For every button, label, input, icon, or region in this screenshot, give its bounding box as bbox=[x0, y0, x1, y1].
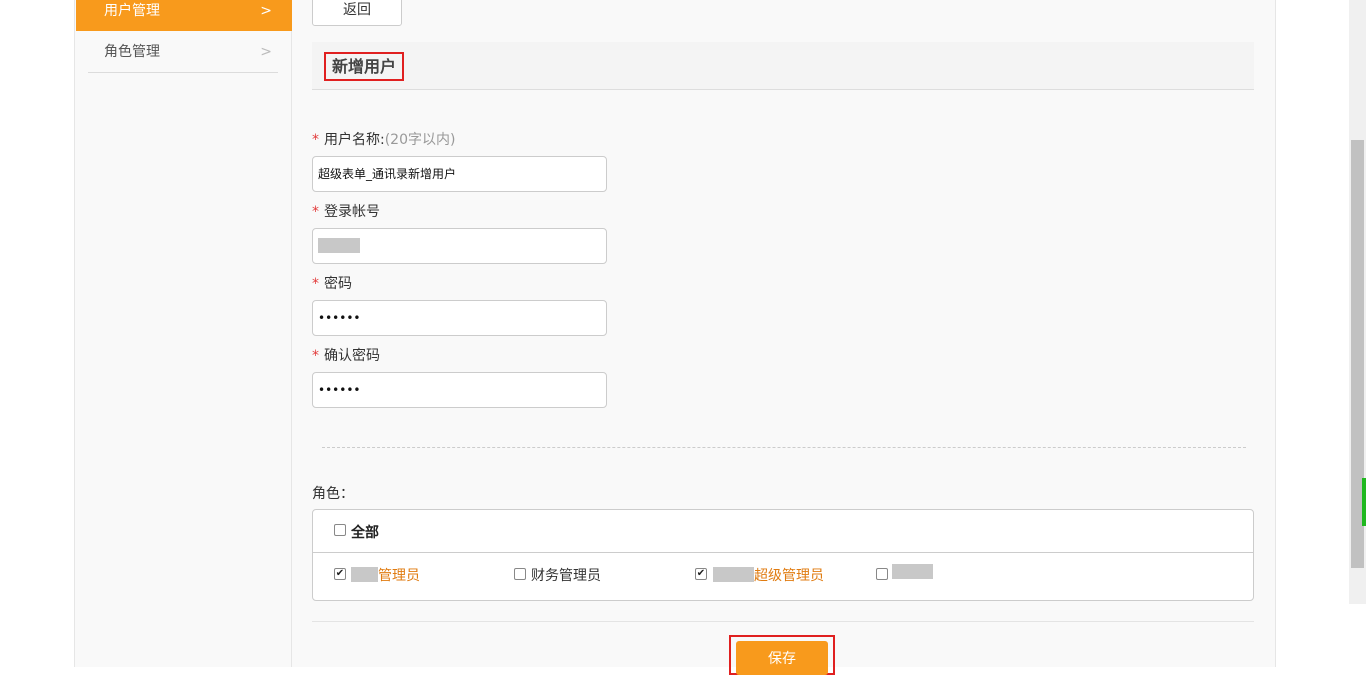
role-label: 角色： bbox=[312, 486, 354, 502]
chevron-right-icon: > bbox=[260, 3, 272, 19]
sidebar-divider bbox=[88, 72, 278, 73]
chevron-right-icon: > bbox=[260, 44, 272, 60]
role-item-unnamed bbox=[892, 564, 933, 581]
username-value: 超级表单_通讯录新增用户 bbox=[318, 167, 457, 181]
account-label-text: 登录帐号 bbox=[324, 204, 380, 220]
password-input[interactable]: •••••• bbox=[312, 300, 607, 336]
role-checkbox-finance[interactable] bbox=[514, 568, 526, 580]
redacted-block bbox=[318, 237, 360, 253]
account-label: * 登录帐号 bbox=[312, 201, 380, 221]
role-selector: 全部 ✔ 管理员 财务管理员 ✔ 超级管理员 bbox=[312, 509, 1254, 601]
role-select-all-row: 全部 bbox=[313, 510, 1253, 553]
role-item-label: 超级管理员 bbox=[754, 568, 824, 584]
confirm-password-label-text: 确认密码 bbox=[324, 348, 380, 364]
redacted-block bbox=[892, 564, 933, 579]
select-all-checkbox[interactable] bbox=[334, 524, 346, 536]
sidebar-item-user-management[interactable]: 用户管理 > bbox=[76, 0, 292, 31]
redacted-block bbox=[351, 567, 378, 582]
sidebar-item-label: 用户管理 bbox=[104, 3, 160, 19]
required-mark: * bbox=[312, 204, 319, 220]
required-mark: * bbox=[312, 348, 319, 364]
left-gutter bbox=[0, 0, 75, 667]
required-mark: * bbox=[312, 276, 319, 292]
page-title: 新增用户 bbox=[324, 52, 405, 81]
vertical-scrollbar[interactable] bbox=[1349, 0, 1366, 667]
confirm-password-label: * 确认密码 bbox=[312, 345, 380, 365]
role-item-finance: 财务管理员 bbox=[531, 568, 601, 584]
footer-divider bbox=[312, 621, 1254, 622]
role-item-super-admin: 超级管理员 bbox=[713, 565, 824, 585]
role-checkbox-super-admin[interactable]: ✔ bbox=[695, 568, 707, 580]
redacted-block bbox=[713, 567, 754, 582]
role-item-label: 管理员 bbox=[378, 568, 420, 584]
password-value: •••••• bbox=[318, 311, 361, 325]
dashed-divider bbox=[322, 447, 1246, 448]
username-hint: (20字以内) bbox=[384, 132, 456, 148]
role-item-admin: 管理员 bbox=[351, 565, 420, 585]
sidebar-item-role-management[interactable]: 角色管理 > bbox=[76, 37, 292, 68]
username-label-text: 用户名称: bbox=[324, 132, 385, 148]
sidebar: 用户管理 > 角色管理 > bbox=[74, 0, 292, 667]
sidebar-item-label: 角色管理 bbox=[104, 44, 160, 60]
role-checkbox-unnamed[interactable] bbox=[876, 568, 888, 580]
confirm-password-input[interactable]: •••••• bbox=[312, 372, 607, 408]
corner-overlay bbox=[1316, 604, 1366, 667]
main-panel: 返回 新增用户 * 用户名称:(20字以内) 超级表单_通讯录新增用户 * 登录帐号… bbox=[292, 0, 1276, 675]
required-mark: * bbox=[312, 132, 319, 148]
section-header: 新增用户 bbox=[312, 42, 1254, 90]
password-label-text: 密码 bbox=[324, 276, 352, 292]
account-input[interactable] bbox=[312, 228, 607, 264]
confirm-password-value: •••••• bbox=[318, 383, 361, 397]
back-button[interactable]: 返回 bbox=[312, 0, 402, 26]
select-all-label: 全部 bbox=[351, 525, 379, 541]
role-checkbox-admin[interactable]: ✔ bbox=[334, 568, 346, 580]
save-button[interactable]: 保存 bbox=[736, 641, 828, 675]
username-label: * 用户名称:(20字以内) bbox=[312, 129, 455, 149]
password-label: * 密码 bbox=[312, 273, 352, 293]
side-marker bbox=[1362, 478, 1366, 526]
username-input[interactable]: 超级表单_通讯录新增用户 bbox=[312, 156, 607, 192]
